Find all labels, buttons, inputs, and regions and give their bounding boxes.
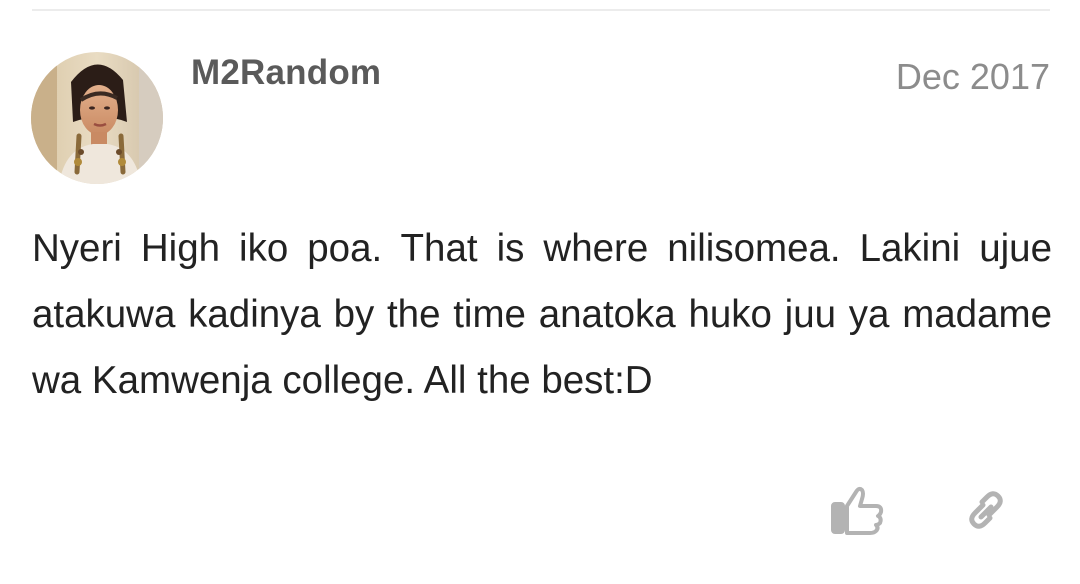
post-divider [32,9,1050,11]
post-body: Nyeri High iko poa. That is where niliso… [32,227,1052,402]
avatar[interactable] [31,52,163,184]
post-date[interactable]: Dec 2017 [896,56,1050,98]
like-button[interactable] [830,482,886,538]
user-avatar-photo-icon [31,52,163,184]
author-username[interactable]: M2Random [191,53,381,93]
share-link-button[interactable] [958,482,1014,538]
link-icon [969,491,1003,529]
thumbs-up-icon [831,486,884,535]
